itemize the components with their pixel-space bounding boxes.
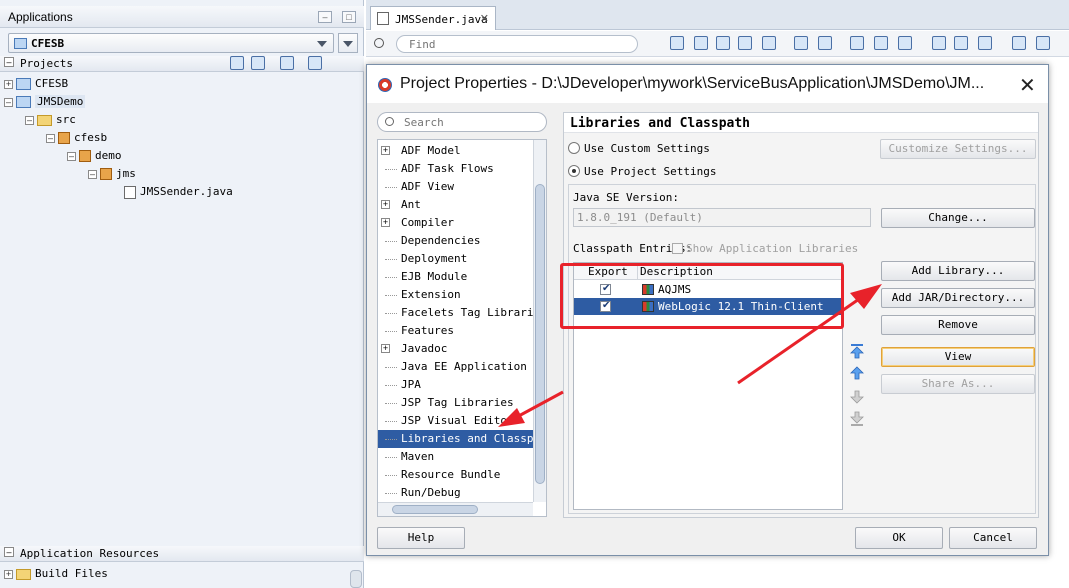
arrow-head-add-library bbox=[850, 284, 882, 309]
arrow-to-libraries-classpath bbox=[514, 390, 564, 420]
arrow-head-libraries-classpath bbox=[498, 408, 525, 427]
annotation-arrows bbox=[498, 284, 882, 427]
arrow-to-add-library bbox=[737, 295, 863, 385]
